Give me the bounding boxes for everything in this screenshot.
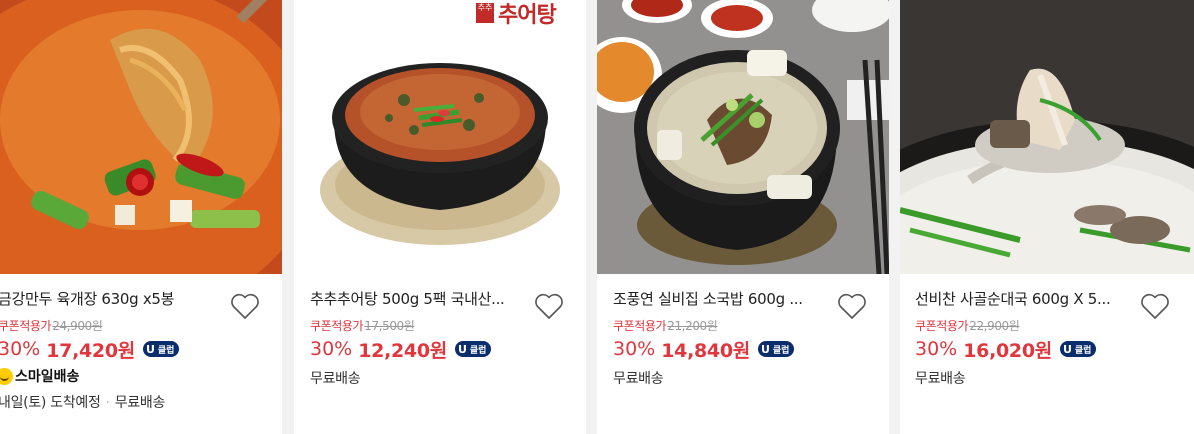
heart-outline-icon[interactable] — [837, 292, 867, 320]
product-card[interactable]: 금강만두 육개장 630g x5봉 쿠폰적용가24,900원 30% 17,42… — [0, 0, 282, 434]
uclub-icon: U — [1062, 342, 1072, 356]
uclub-badge: U 클럽 — [454, 341, 492, 357]
brand-logo: 추추 추어탕 — [476, 0, 557, 28]
uclub-icon: U — [145, 342, 155, 356]
uclub-badge: U 클럽 — [1059, 341, 1097, 357]
uclub-badge: U 클럽 — [757, 341, 795, 357]
coupon-label: 쿠폰적용가 — [915, 319, 969, 333]
sale-price-line: 30% 14,840원 U 클럽 — [613, 336, 795, 362]
product-image[interactable] — [597, 0, 889, 274]
smile-icon — [0, 367, 13, 385]
product-card[interactable]: 추추 추어탕 추추추어탕 500g 5팩 국내산... 쿠폰적용가17,500원… — [294, 0, 586, 434]
uclub-badge: U 클럽 — [142, 341, 180, 357]
uclub-text: 클럽 — [772, 345, 790, 356]
sale-price: 16,020원 — [963, 339, 1052, 362]
uclub-text: 클럽 — [157, 345, 175, 356]
smile-delivery-label: 스마일배송 — [15, 369, 80, 385]
separator: · — [105, 395, 110, 411]
discount-rate: 30% — [0, 338, 41, 360]
product-image[interactable] — [0, 0, 282, 274]
brand-logo-text: 추어탕 — [498, 2, 557, 28]
delivery-info: 내일(토) 도착예정 · 무료배송 — [0, 392, 165, 412]
sale-price-line: 30% 16,020원 U 클럽 — [915, 336, 1097, 362]
sale-price-line: 30% 17,420원 U 클럽 — [0, 336, 180, 362]
product-title[interactable]: 선비찬 사골순대국 600g X 5... — [915, 288, 1133, 309]
sale-price: 17,420원 — [46, 339, 135, 362]
uclub-icon: U — [760, 342, 770, 356]
product-image[interactable] — [900, 0, 1194, 274]
heart-outline-icon[interactable] — [534, 292, 564, 320]
coupon-label: 쿠폰적용가 — [613, 319, 667, 333]
discount-rate: 30% — [915, 338, 958, 360]
sale-price: 12,240원 — [358, 339, 447, 362]
product-card[interactable]: 선비찬 사골순대국 600g X 5... 쿠폰적용가22,900원 30% 1… — [900, 0, 1194, 434]
product-grid: 금강만두 육개장 630g x5봉 쿠폰적용가24,900원 30% 17,42… — [0, 0, 1194, 434]
product-title[interactable]: 추추추어탕 500g 5팩 국내산... — [310, 288, 528, 309]
heart-outline-icon[interactable] — [230, 292, 260, 320]
discount-rate: 30% — [613, 338, 656, 360]
shipping-text: 무료배송 — [114, 395, 166, 411]
product-image[interactable]: 추추 추어탕 — [294, 0, 586, 274]
coupon-label: 쿠폰적용가 — [0, 319, 52, 333]
shipping-text: 무료배송 — [310, 371, 361, 387]
product-title[interactable]: 조풍연 실비집 소국밥 600g ... — [613, 288, 831, 309]
product-card[interactable]: 조풍연 실비집 소국밥 600g ... 쿠폰적용가21,200원 30% 14… — [597, 0, 889, 434]
sale-price: 14,840원 — [661, 339, 750, 362]
shipping-text: 무료배송 — [613, 371, 664, 387]
coupon-label: 쿠폰적용가 — [310, 319, 364, 333]
coupon-price-line: 쿠폰적용가21,200원 — [613, 317, 718, 334]
brand-seal: 추추 — [476, 3, 494, 23]
uclub-text: 클럽 — [1074, 345, 1092, 356]
coupon-price-line: 쿠폰적용가17,500원 — [310, 317, 415, 334]
product-title[interactable]: 금강만두 육개장 630g x5봉 — [0, 288, 216, 309]
arrival-text: 내일(토) 도착예정 — [0, 395, 101, 411]
uclub-text: 클럽 — [469, 345, 487, 356]
smile-delivery-badge: 스마일배송 — [0, 366, 79, 386]
original-price: 24,900원 — [52, 319, 103, 333]
shipping-text: 무료배송 — [915, 371, 966, 387]
original-price: 21,200원 — [667, 319, 718, 333]
heart-outline-icon[interactable] — [1140, 292, 1170, 320]
sale-price-line: 30% 12,240원 U 클럽 — [310, 336, 492, 362]
original-price: 22,900원 — [969, 319, 1020, 333]
discount-rate: 30% — [310, 338, 353, 360]
coupon-price-line: 쿠폰적용가22,900원 — [915, 317, 1020, 334]
uclub-icon: U — [457, 342, 467, 356]
coupon-price-line: 쿠폰적용가24,900원 — [0, 317, 103, 334]
original-price: 17,500원 — [364, 319, 415, 333]
